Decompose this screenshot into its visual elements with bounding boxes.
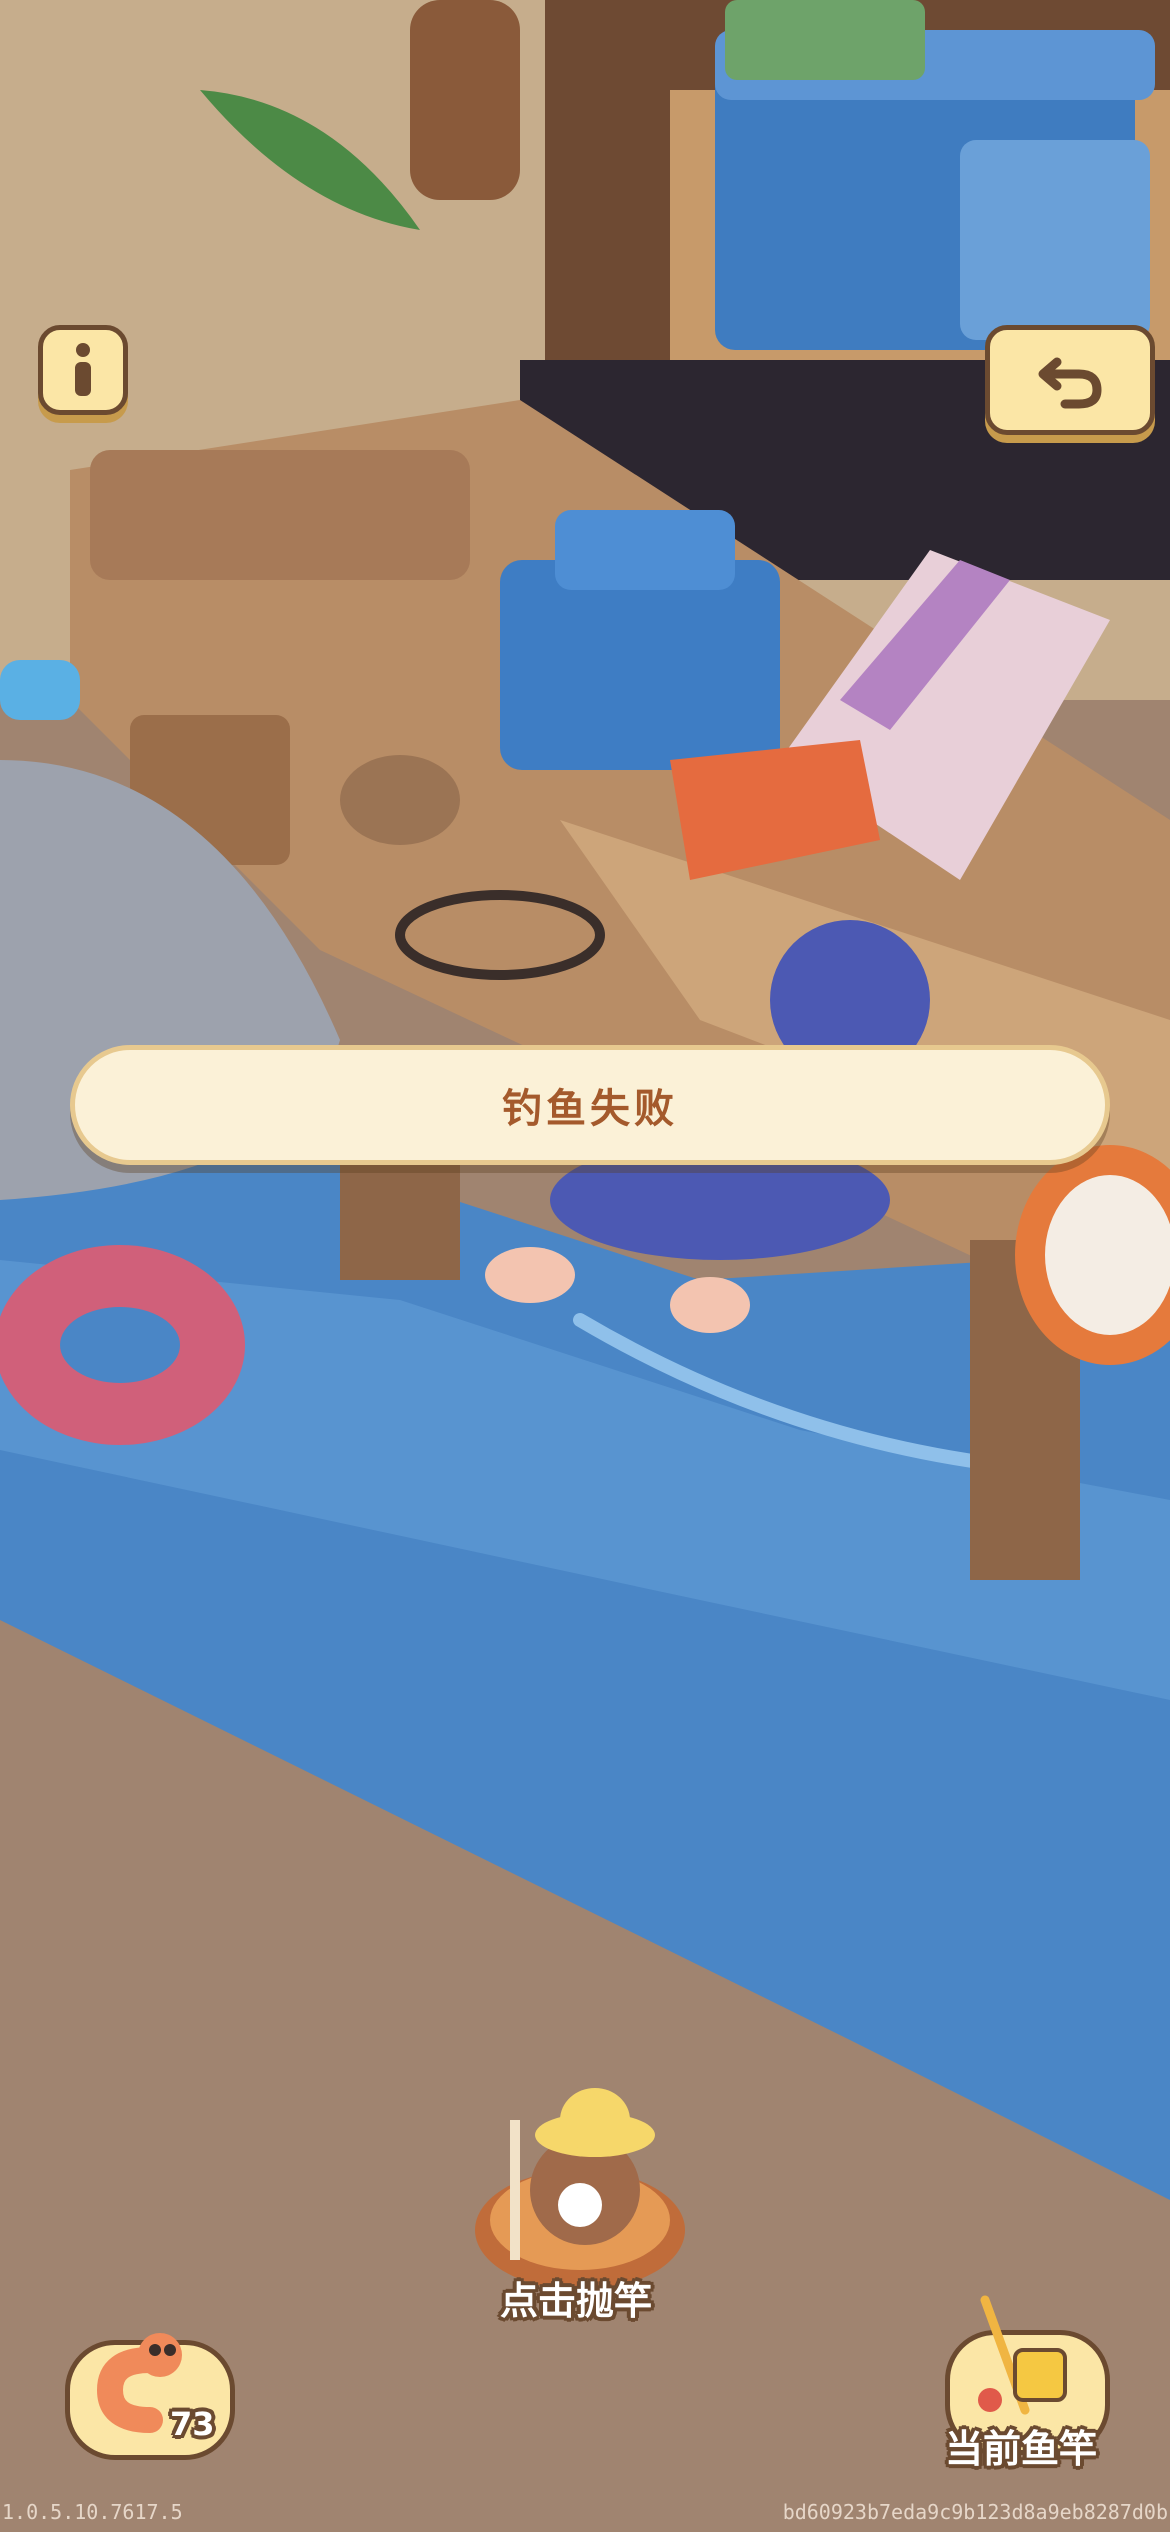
fishing-failed-toast: 钓鱼失败 bbox=[70, 1045, 1110, 1165]
pink-swim-ring-hole bbox=[60, 1307, 180, 1383]
back-button[interactable] bbox=[985, 325, 1155, 435]
orange-life-ring bbox=[1015, 1145, 1170, 1365]
fisher-cat-icon bbox=[475, 2088, 685, 2290]
cast-rod-button[interactable]: 点击抛竿 bbox=[470, 2080, 690, 2330]
bait-count: 73 bbox=[170, 2405, 215, 2443]
current-rod-button[interactable]: 当前鱼竿 bbox=[940, 2290, 1110, 2471]
stump bbox=[340, 755, 460, 845]
blue-cooler bbox=[500, 560, 780, 770]
version-text: 1.0.5.10.7617.5 bbox=[2, 2500, 183, 2524]
snorkel-mask bbox=[0, 660, 80, 720]
blue-stool bbox=[960, 140, 1150, 340]
palm-trunk bbox=[410, 0, 520, 200]
bench bbox=[90, 450, 470, 580]
current-rod-label: 当前鱼竿 bbox=[945, 2427, 1098, 2471]
cooler-lid bbox=[555, 510, 735, 590]
character-foot-right bbox=[670, 1277, 750, 1333]
build-hash-text: bd60923b7eda9c9b123d8a9eb8287d0b bbox=[782, 2500, 1168, 2524]
bait-button[interactable]: 73 bbox=[65, 2320, 235, 2460]
undo-arrow-icon bbox=[1038, 357, 1102, 409]
character-foot-left bbox=[485, 1247, 575, 1303]
info-icon bbox=[75, 343, 91, 396]
cast-rod-label: 点击抛竿 bbox=[500, 2279, 653, 2323]
toast-message: 钓鱼失败 bbox=[502, 1086, 678, 1132]
info-button[interactable] bbox=[38, 325, 128, 415]
green-tackle-box bbox=[725, 0, 925, 80]
